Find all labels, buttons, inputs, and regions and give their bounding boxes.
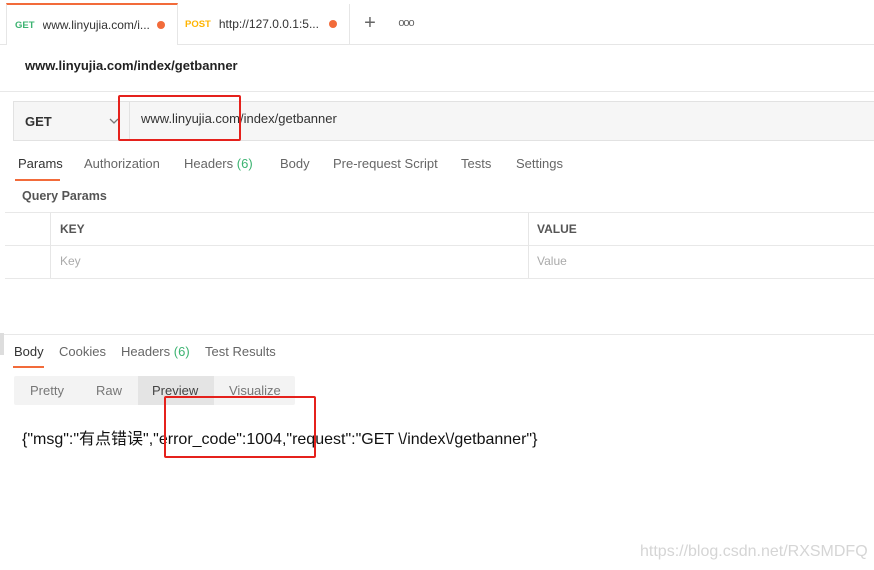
column-header-key: KEY xyxy=(60,222,85,236)
tab-headers-label: Headers xyxy=(184,156,234,171)
headers-count: (6) xyxy=(173,344,190,359)
response-tab-headers[interactable]: Headers (6) xyxy=(121,344,190,359)
tab-headers[interactable]: Headers (6) xyxy=(184,156,253,171)
new-tab-plus-icon[interactable]: + xyxy=(360,10,380,36)
view-mode-raw[interactable]: Raw xyxy=(96,383,122,398)
tab-tests[interactable]: Tests xyxy=(461,156,491,171)
value-input[interactable]: Value xyxy=(537,254,567,268)
divider xyxy=(0,91,874,92)
response-tab-headers-label: Headers xyxy=(121,344,171,359)
table-header-border xyxy=(5,245,874,246)
query-params-title: Query Params xyxy=(22,189,107,203)
table-col-divider xyxy=(528,213,529,278)
highlight-box-url xyxy=(118,95,241,141)
watermark: https://blog.csdn.net/RXSMDFQ xyxy=(640,543,868,560)
tab-method-label: GET xyxy=(15,19,35,31)
more-tabs-icon[interactable]: ooo xyxy=(395,12,417,34)
unsaved-dot-icon xyxy=(329,20,337,28)
resize-handle[interactable] xyxy=(0,333,4,355)
method-select-label: GET xyxy=(25,113,52,129)
tab-params[interactable]: Params xyxy=(18,156,63,171)
table-bottom-border xyxy=(5,278,874,279)
response-tab-test-results[interactable]: Test Results xyxy=(205,344,276,359)
tab-settings[interactable]: Settings xyxy=(516,156,563,171)
request-tab-get[interactable]: GET www.linyujia.com/i... xyxy=(6,3,178,45)
method-select[interactable]: GET xyxy=(14,102,130,140)
tab-title: www.linyujia.com/i... xyxy=(42,18,150,32)
headers-count: (6) xyxy=(236,156,253,171)
request-name[interactable]: www.linyujia.com/index/getbanner xyxy=(25,58,238,73)
pane-divider[interactable] xyxy=(0,334,874,335)
response-tab-cookies[interactable]: Cookies xyxy=(59,344,106,359)
response-tab-body[interactable]: Body xyxy=(14,344,44,359)
active-tab-underline xyxy=(15,179,60,181)
request-tab-post[interactable]: POST http://127.0.0.1:5... xyxy=(177,4,350,44)
tab-authorization[interactable]: Authorization xyxy=(84,156,160,171)
view-mode-pretty[interactable]: Pretty xyxy=(30,383,64,398)
column-header-value: VALUE xyxy=(537,222,577,236)
table-top-border xyxy=(5,212,874,213)
tab-method-label: POST xyxy=(185,18,211,30)
tab-body[interactable]: Body xyxy=(280,156,310,171)
active-tab-underline xyxy=(13,366,44,368)
key-input[interactable]: Key xyxy=(60,254,81,268)
tab-title: http://127.0.0.1:5... xyxy=(218,17,319,31)
table-col-divider xyxy=(50,213,51,278)
highlight-box-error-code xyxy=(164,396,316,458)
unsaved-dot-icon xyxy=(157,21,165,29)
tab-pre-request-script[interactable]: Pre-request Script xyxy=(333,156,438,171)
